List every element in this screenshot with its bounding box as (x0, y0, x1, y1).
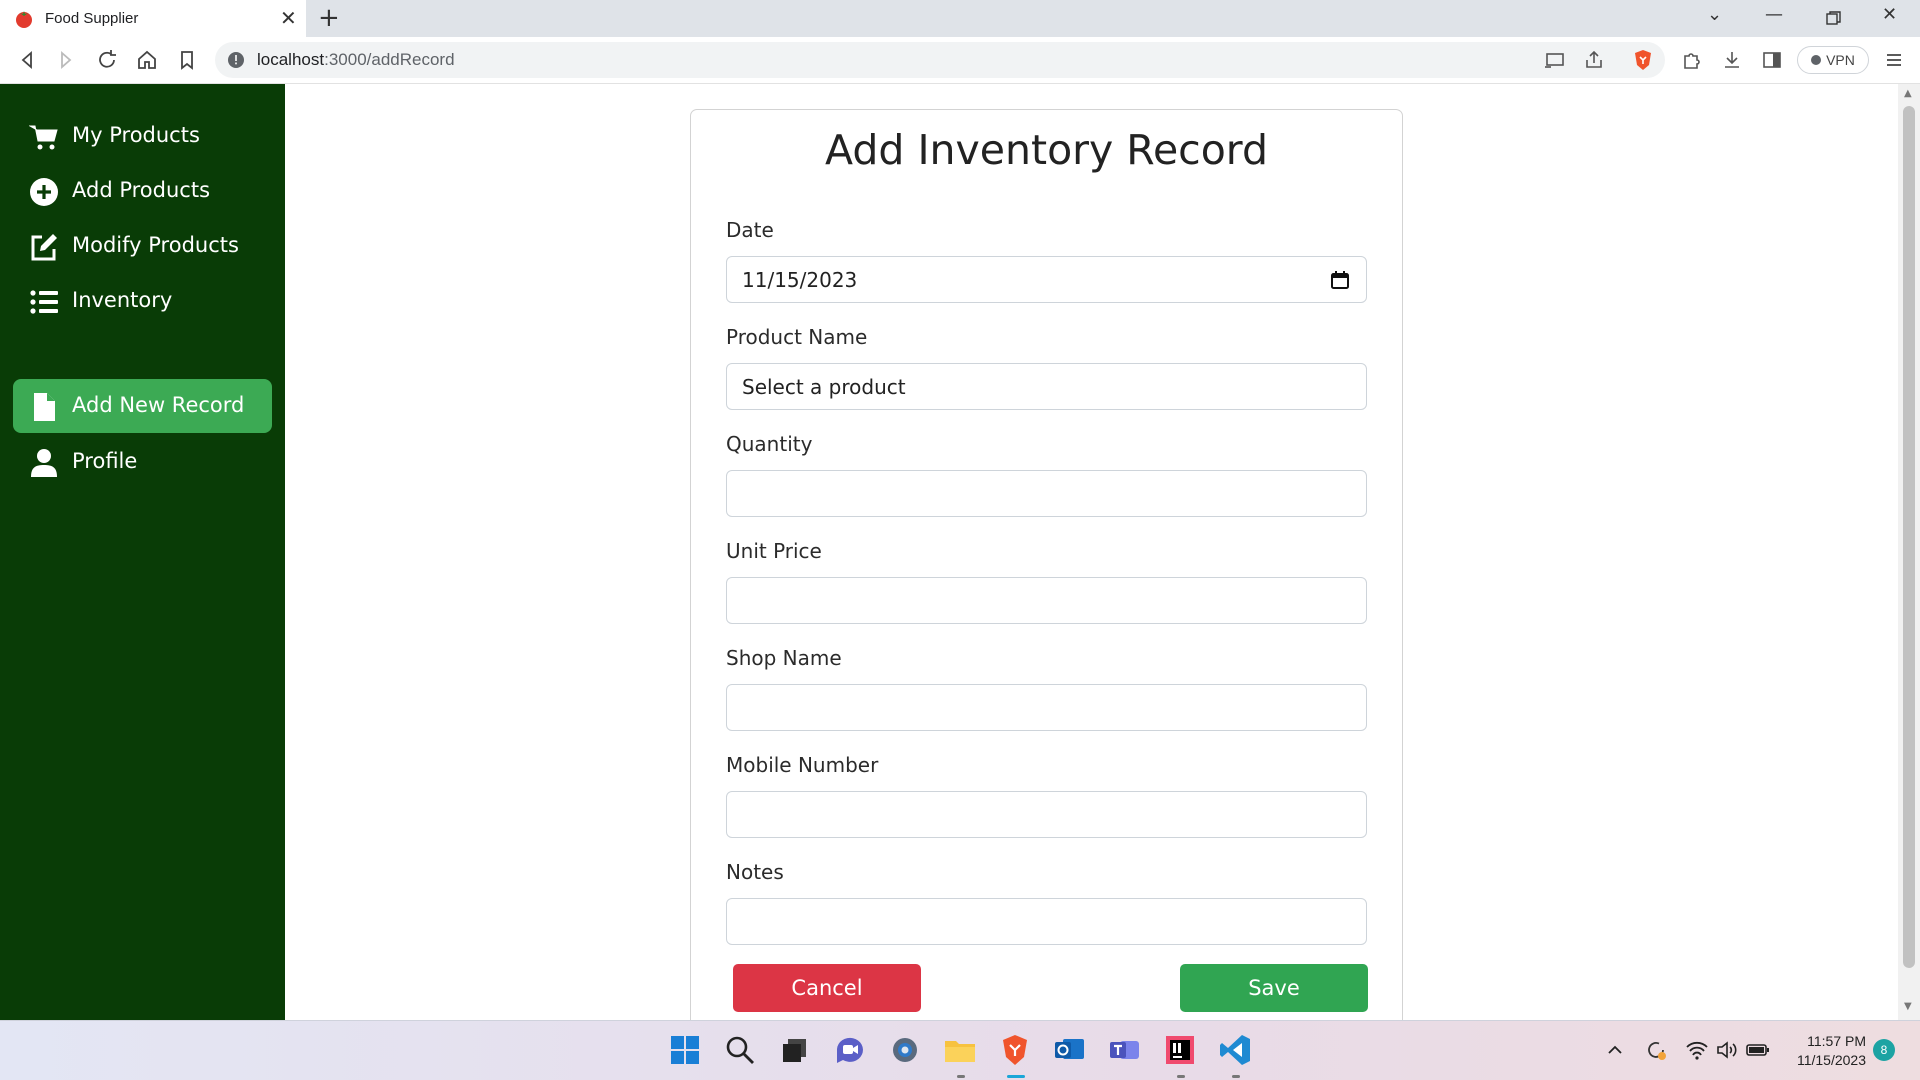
forward-icon[interactable] (54, 48, 78, 72)
browser-tab[interactable]: Food Supplier ✕ (0, 0, 306, 37)
task-view-icon[interactable] (778, 1033, 812, 1067)
vpn-button[interactable]: VPN (1797, 46, 1869, 74)
running-indicator (957, 1075, 965, 1078)
sidebar-item-label: My Products (72, 123, 200, 147)
sidebar-item-profile[interactable]: Profile (13, 435, 272, 489)
list-icon (30, 290, 58, 314)
search-icon[interactable] (723, 1033, 757, 1067)
scroll-up-icon[interactable]: ▲ (1904, 88, 1912, 99)
scroll-down-icon[interactable]: ▼ (1904, 1001, 1912, 1012)
tomato-favicon-icon (16, 11, 32, 28)
notification-badge[interactable]: 8 (1873, 1039, 1895, 1061)
date-field[interactable]: 11/15/2023 (726, 256, 1367, 303)
back-icon[interactable] (15, 48, 39, 72)
brave-browser-icon[interactable] (998, 1033, 1032, 1067)
restore-icon[interactable] (1826, 11, 1841, 26)
sidebar-item-label: Modify Products (72, 233, 239, 257)
mobile-number-label: Mobile Number (726, 753, 879, 777)
system-clock[interactable]: 11:57 PM 11/15/2023 (1786, 1032, 1866, 1070)
reload-icon[interactable] (95, 48, 119, 72)
cancel-button[interactable]: Cancel (733, 964, 921, 1012)
mobile-number-input[interactable] (726, 791, 1367, 838)
wifi-icon[interactable] (1685, 1039, 1709, 1061)
tab-search-chevron-icon[interactable]: ⌄ (1707, 4, 1722, 25)
sidebar-item-add-new-record[interactable]: Add New Record (13, 379, 272, 433)
product-name-selected: Select a product (742, 374, 906, 399)
sidebar-item-label: Add New Record (72, 393, 245, 417)
share-icon[interactable] (1582, 48, 1606, 72)
running-indicator (1177, 1075, 1185, 1078)
edit-icon (31, 234, 57, 261)
scroll-thumb[interactable] (1903, 106, 1915, 968)
cart-icon (29, 125, 58, 150)
file-icon (34, 393, 55, 421)
download-icon[interactable] (1720, 48, 1744, 72)
brave-shield-icon[interactable] (1631, 48, 1655, 72)
sidebar-toggle-icon[interactable] (1760, 48, 1784, 72)
unit-price-input[interactable] (726, 577, 1367, 624)
page-scrollbar[interactable]: ▲ ▼ (1898, 84, 1920, 1020)
quantity-label: Quantity (726, 432, 813, 456)
sidebar-item-add-products[interactable]: Add Products (13, 164, 272, 218)
windows-start-icon[interactable] (668, 1033, 702, 1067)
sidebar-item-label: Add Products (72, 178, 211, 202)
active-app-indicator (1007, 1075, 1025, 1078)
calendar-icon[interactable] (1330, 270, 1350, 290)
sidebar-item-inventory[interactable]: Inventory (13, 274, 272, 328)
vpn-label: VPN (1826, 52, 1855, 68)
volume-icon[interactable] (1715, 1039, 1739, 1061)
intellij-icon[interactable] (1163, 1033, 1197, 1067)
page-title: Add Inventory Record (825, 126, 1268, 174)
tab-title: Food Supplier (45, 10, 139, 27)
vpn-status-icon (1811, 55, 1822, 65)
sidebar: My Products Add Products Modify Products… (0, 84, 285, 1020)
tray-overflow-chevron-icon[interactable] (1605, 1040, 1625, 1060)
cast-icon[interactable] (1543, 48, 1567, 72)
chat-icon[interactable] (833, 1033, 867, 1067)
battery-icon[interactable] (1746, 1040, 1770, 1060)
date-label: Date (726, 218, 774, 242)
menu-icon[interactable] (1882, 48, 1906, 72)
window-close-icon[interactable]: ✕ (1882, 4, 1897, 25)
settings-gear-icon[interactable] (888, 1033, 922, 1067)
product-name-label: Product Name (726, 325, 868, 349)
home-icon[interactable] (135, 48, 159, 72)
clock-date: 11/15/2023 (1796, 1052, 1866, 1068)
teams-icon[interactable] (1108, 1033, 1142, 1067)
save-button[interactable]: Save (1180, 964, 1368, 1012)
notes-label: Notes (726, 860, 784, 884)
windows-taskbar: 11:57 PM 11/15/2023 8 (0, 1020, 1920, 1080)
browser-toolbar: localhost:3000/addRecord VPN (0, 37, 1920, 84)
date-value: 11/15/2023 (742, 267, 858, 292)
quantity-input[interactable] (726, 470, 1367, 517)
product-name-select[interactable]: Select a product (726, 363, 1367, 410)
plus-circle-icon (30, 178, 58, 206)
site-info-icon[interactable] (227, 51, 245, 69)
browser-tabstrip: Food Supplier ✕ + ⌄ — ✕ (0, 0, 1920, 37)
outlook-icon[interactable] (1053, 1033, 1087, 1067)
vscode-icon[interactable] (1218, 1033, 1252, 1067)
sync-icon[interactable] (1644, 1038, 1668, 1062)
user-icon (31, 449, 57, 477)
sidebar-item-my-products[interactable]: My Products (13, 109, 272, 163)
sidebar-item-label: Profile (72, 449, 138, 473)
minimize-icon[interactable]: — (1765, 4, 1783, 25)
url-path: :3000/addRecord (324, 50, 455, 69)
sidebar-item-modify-products[interactable]: Modify Products (13, 219, 272, 273)
file-explorer-icon[interactable] (943, 1033, 977, 1067)
url-text[interactable]: localhost:3000/addRecord (257, 50, 455, 70)
url-host: localhost (257, 50, 325, 69)
new-tab-icon[interactable]: + (318, 3, 340, 33)
shop-name-input[interactable] (726, 684, 1367, 731)
notes-input[interactable] (726, 898, 1367, 945)
extensions-icon[interactable] (1680, 48, 1704, 72)
bookmark-icon[interactable] (175, 48, 199, 72)
clock-time: 11:57 PM (1807, 1033, 1866, 1049)
tab-close-icon[interactable]: ✕ (280, 7, 297, 29)
running-indicator (1232, 1075, 1240, 1078)
shop-name-label: Shop Name (726, 646, 842, 670)
unit-price-label: Unit Price (726, 539, 822, 563)
sidebar-item-label: Inventory (72, 288, 173, 312)
